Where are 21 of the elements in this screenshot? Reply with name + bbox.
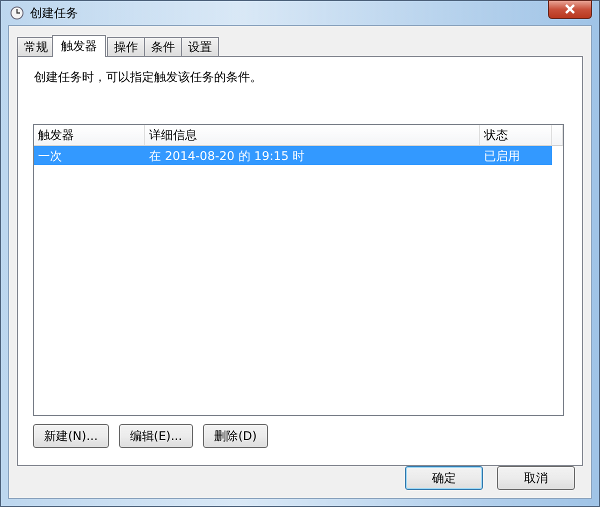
action-button[interactable]: 新建(N)... [33,424,109,448]
table-cell-text: 在 2014-08-20 的 19:15 时 [148,148,306,165]
column-header[interactable]: 状态 [480,125,552,145]
dialog-button[interactable]: 确定 [405,466,483,490]
tab[interactable]: 触发器 [52,35,106,57]
tab[interactable]: 条件 [144,37,182,56]
close-icon [564,4,576,14]
close-button[interactable] [548,0,592,18]
clock-icon [10,6,24,20]
table-cell-text: 已启用 [483,148,521,165]
table-cell-text: 一次 [37,148,63,165]
description-text: 创建任务时，可以指定触发该任务的条件。 [34,69,263,86]
tab[interactable]: 设置 [181,37,219,56]
tab[interactable]: 操作 [107,37,145,56]
tab[interactable]: 常规 [17,37,55,56]
dialog-button[interactable]: 取消 [497,466,575,490]
column-header[interactable]: 触发器 [34,125,145,145]
window-title: 创建任务 [30,4,78,22]
action-button[interactable]: 删除(D) [203,424,268,448]
action-button[interactable]: 编辑(E)... [118,424,194,448]
column-header[interactable]: 详细信息 [145,125,480,145]
